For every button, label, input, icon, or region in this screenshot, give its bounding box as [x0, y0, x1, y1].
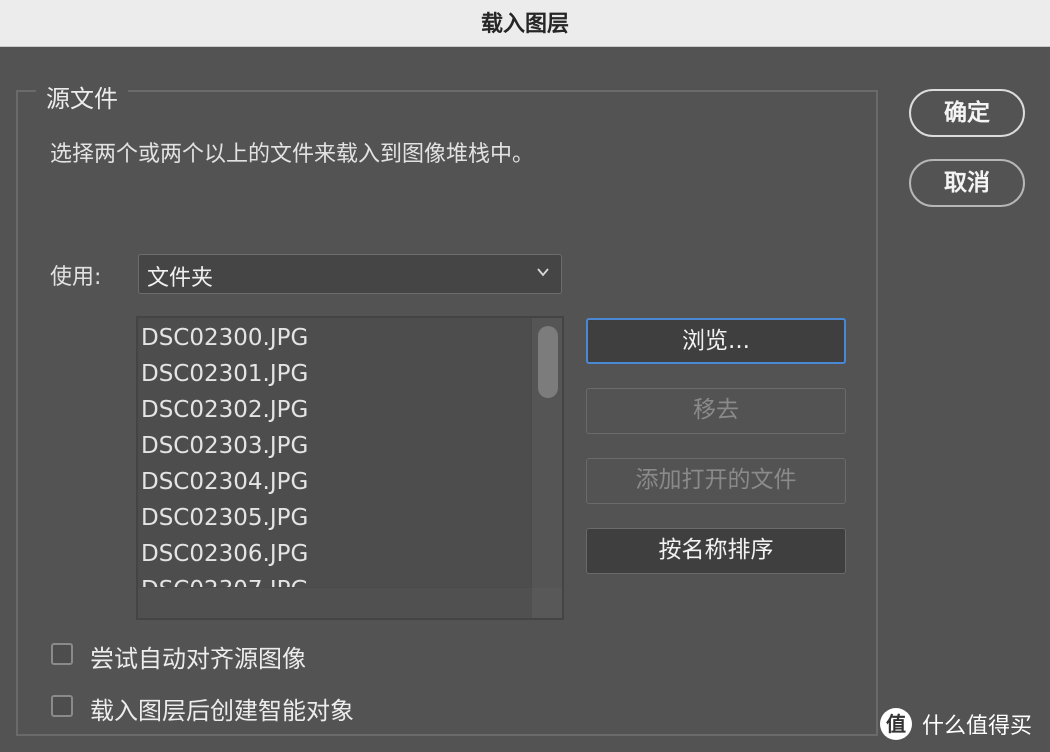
source-files-legend: 源文件 [36, 79, 128, 114]
file-list-item[interactable]: DSC02300.JPG [141, 320, 531, 356]
file-list-item[interactable]: DSC02303.JPG [141, 428, 531, 464]
add-open-files-button[interactable]: 添加打开的文件 [586, 458, 846, 504]
source-files-description: 选择两个或两个以上的文件来载入到图像堆栈中。 [50, 142, 535, 167]
ok-button[interactable]: 确定 [909, 89, 1025, 137]
file-list-item[interactable]: DSC02302.JPG [141, 392, 531, 428]
chevron-down-icon [537, 268, 549, 277]
file-list-item[interactable]: DSC02306.JPG [141, 536, 531, 572]
file-list-scroll-corner [532, 588, 562, 618]
watermark-logo-icon: 值 [880, 708, 912, 740]
auto-align-checkbox[interactable] [51, 643, 73, 665]
file-list-item[interactable]: DSC02301.JPG [141, 356, 531, 392]
watermark-text: 什么值得买 [922, 714, 1033, 739]
file-list-horizontal-scrollbar[interactable] [138, 587, 532, 618]
cancel-button[interactable]: 取消 [909, 159, 1025, 207]
file-list-item[interactable]: DSC02304.JPG [141, 464, 531, 500]
title-bar: 载入图层 [0, 0, 1050, 47]
file-list-items: DSC02300.JPG DSC02301.JPG DSC02302.JPG DSC0… [141, 320, 531, 590]
file-list-item[interactable]: DSC02305.JPG [141, 500, 531, 536]
file-list-scroll-thumb[interactable] [538, 326, 558, 398]
smart-object-checkbox[interactable] [51, 695, 73, 717]
auto-align-label[interactable]: 尝试自动对齐源图像 [90, 639, 306, 674]
use-label: 使用: [50, 265, 102, 290]
sort-by-name-button[interactable]: 按名称排序 [586, 528, 846, 574]
smart-object-label[interactable]: 载入图层后创建智能对象 [90, 691, 354, 726]
browse-button[interactable]: 浏览... [586, 318, 846, 364]
remove-button[interactable]: 移去 [586, 388, 846, 434]
file-list-vertical-scrollbar[interactable] [531, 318, 562, 588]
window-title: 载入图层 [480, 12, 569, 37]
file-list[interactable]: DSC02300.JPG DSC02301.JPG DSC02302.JPG DSC0… [136, 316, 564, 620]
use-select[interactable]: 文件夹 [138, 254, 562, 294]
use-select-value: 文件夹 [147, 266, 214, 291]
